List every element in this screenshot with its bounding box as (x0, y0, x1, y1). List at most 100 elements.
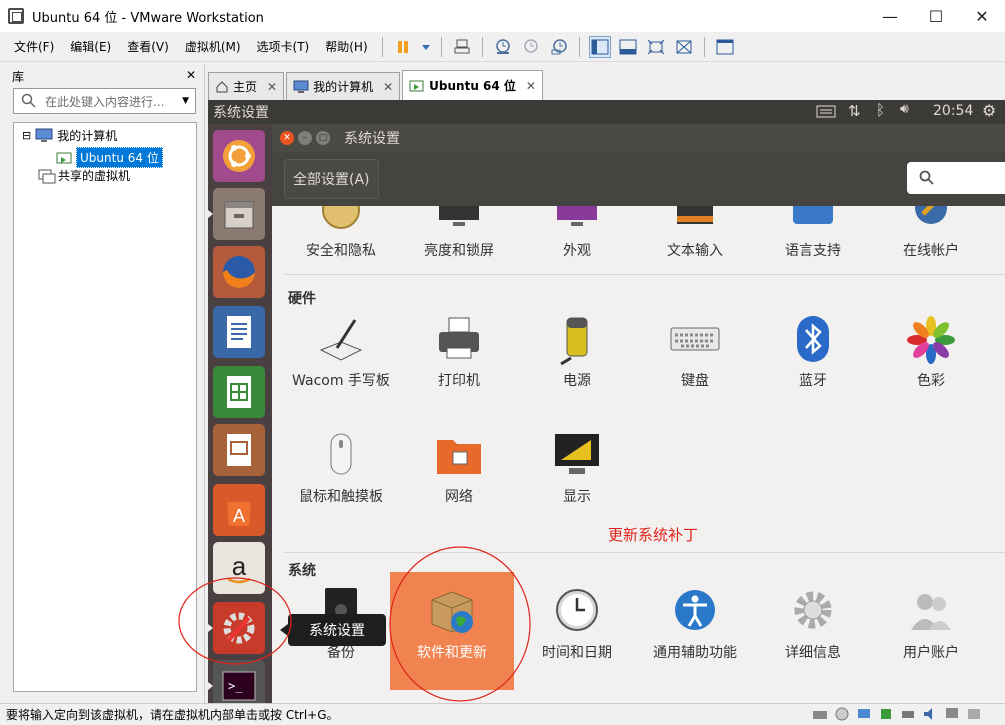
gear-icon[interactable]: ⚙ (982, 101, 996, 120)
vm-icon (409, 80, 424, 91)
launcher-files-icon[interactable] (208, 188, 265, 240)
library-title: 库 (12, 70, 25, 84)
menu-vm[interactable]: 虚拟机(M) (177, 38, 249, 55)
printer-icon[interactable] (900, 706, 916, 722)
brightness-icon (433, 206, 485, 236)
toolbar-separator (578, 36, 580, 57)
all-settings-button[interactable]: 全部设置(A) (284, 159, 379, 199)
settings-item-accessibility[interactable]: 通用辅助功能 (636, 586, 754, 664)
hard-disk-icon[interactable] (812, 706, 828, 722)
settings-item-printer[interactable]: 打印机 (400, 314, 518, 392)
vm-display[interactable]: 系统设置 ⇅ ᛒ 🔊︎ 20:54 ⚙ A a >_ ✕ – □ 系统设置 全部… (208, 100, 1005, 703)
launcher-terminal-icon[interactable]: >_ (208, 660, 265, 703)
cd-icon[interactable] (834, 706, 850, 722)
settings-item-wacom[interactable]: Wacom 手写板 (282, 314, 400, 392)
launcher-writer-icon[interactable] (213, 306, 265, 358)
keyboard-icon[interactable] (816, 103, 836, 123)
svg-text:>_: >_ (228, 679, 243, 693)
security-icon (315, 206, 367, 236)
tab-home[interactable]: 主页 ✕ (208, 72, 285, 100)
window-title: Ubuntu 64 位 - VMware Workstation (32, 10, 264, 26)
usb-icon[interactable] (878, 706, 894, 722)
svg-text:A: A (233, 506, 245, 526)
tooltip-pointer (280, 624, 288, 636)
volume-icon[interactable]: 🔊︎ (900, 101, 909, 117)
maximize-button[interactable]: ☐ (913, 0, 959, 32)
settings-item-user-accounts[interactable]: 用户账户 (872, 586, 990, 664)
settings-item-details[interactable]: 详细信息 (754, 586, 872, 664)
thumbnail-bar-icon[interactable] (617, 36, 639, 58)
settings-item-software-updates[interactable]: 软件和更新 (393, 586, 511, 664)
close-icon[interactable]: ✕ (280, 131, 294, 145)
settings-item-network[interactable]: 网络 (400, 430, 518, 508)
toolbar-separator (440, 36, 442, 57)
settings-item-text-entry[interactable]: 文本输入 (636, 206, 754, 262)
settings-item-display[interactable]: 显示 (518, 430, 636, 508)
minimize-icon[interactable]: – (298, 131, 312, 145)
tree-item-shared-vms[interactable]: 共享的虚拟机 (38, 167, 130, 184)
sound-icon[interactable] (922, 706, 938, 722)
menu-file[interactable]: 文件(F) (6, 38, 62, 55)
accessibility-icon (669, 586, 721, 638)
tree-item-my-computer[interactable]: ⊟ 我的计算机 (22, 127, 117, 144)
power-dropdown-icon[interactable] (420, 36, 432, 58)
library-search-input[interactable]: 在此处键入内容进行... ▼ (13, 88, 196, 114)
tab-close-icon[interactable]: ✕ (526, 79, 536, 93)
settings-item-language-support[interactable]: 语言支持 (754, 206, 872, 262)
network-icon[interactable]: ⇅ (848, 102, 861, 120)
tab-close-icon[interactable]: ✕ (267, 80, 277, 94)
settings-item-appearance[interactable]: 外观 (518, 206, 636, 262)
tree-item-ubuntu-vm[interactable]: Ubuntu 64 位 (56, 147, 163, 168)
display-icon[interactable] (944, 706, 960, 722)
settings-item-online-accounts[interactable]: 在线帐户 (872, 206, 990, 262)
launcher-firefox-icon[interactable] (213, 246, 265, 298)
tree-collapse-icon[interactable]: ⊟ (22, 129, 31, 142)
console-view-icon[interactable] (714, 36, 736, 58)
library-close-icon[interactable]: ✕ (186, 68, 196, 82)
snapshot-icon[interactable] (492, 36, 514, 58)
launcher-impress-icon[interactable] (213, 424, 265, 476)
menu-edit[interactable]: 编辑(E) (62, 38, 119, 55)
menu-view[interactable]: 查看(V) (119, 38, 177, 55)
close-button[interactable]: ✕ (959, 0, 1005, 32)
tab-close-icon[interactable]: ✕ (383, 80, 393, 94)
settings-window-titlebar: ✕ – □ 系统设置 (272, 124, 1005, 152)
maximize-icon[interactable]: □ (316, 131, 330, 145)
minimize-button[interactable]: — (867, 0, 913, 32)
settings-item-color[interactable]: 色彩 (872, 314, 990, 392)
chevron-down-icon[interactable]: ▼ (182, 96, 189, 106)
clock[interactable]: 20:54 (933, 103, 973, 119)
menu-tabs[interactable]: 选项卡(T) (249, 38, 318, 55)
display-icon (551, 430, 603, 482)
revert-snapshot-icon[interactable] (520, 36, 542, 58)
settings-item-power[interactable]: 电源 (518, 314, 636, 392)
settings-item-mouse-touchpad[interactable]: 鼠标和触摸板 (282, 430, 400, 508)
settings-item-keyboard[interactable]: 键盘 (636, 314, 754, 392)
toolbar-separator (703, 36, 705, 57)
settings-item-brightness-lock[interactable]: 亮度和锁屏 (400, 206, 518, 262)
launcher-calc-icon[interactable] (213, 366, 265, 418)
bluetooth-icon[interactable]: ᛒ (876, 101, 885, 119)
launcher-software-center-icon[interactable]: A (213, 484, 265, 536)
show-library-icon[interactable] (588, 35, 611, 58)
tab-my-computer[interactable]: 我的计算机 ✕ (286, 72, 401, 100)
tab-bar: 主页 ✕ 我的计算机 ✕ Ubuntu 64 位 ✕ (208, 70, 1005, 100)
message-icon[interactable] (966, 706, 982, 722)
library-tree: ⊟ 我的计算机 Ubuntu 64 位 共享的虚拟机 (13, 122, 197, 692)
unity-mode-icon[interactable] (673, 36, 695, 58)
launcher-amazon-icon[interactable]: a (213, 542, 265, 594)
fullscreen-icon[interactable] (645, 36, 667, 58)
menu-help[interactable]: 帮助(H) (317, 38, 375, 55)
pause-icon[interactable] (392, 36, 414, 58)
launcher-dash-icon[interactable] (213, 130, 265, 182)
settings-item-bluetooth[interactable]: 蓝牙 (754, 314, 872, 392)
settings-item-security-privacy[interactable]: 安全和隐私 (282, 206, 400, 262)
settings-search-input[interactable] (907, 162, 1005, 194)
settings-item-time-date[interactable]: 时间和日期 (518, 586, 636, 664)
home-icon (216, 80, 228, 92)
snapshot-manager-icon[interactable] (548, 36, 570, 58)
send-ctrl-alt-del-icon[interactable] (451, 36, 473, 58)
tab-ubuntu[interactable]: Ubuntu 64 位 ✕ (402, 70, 543, 100)
launcher-system-settings-icon[interactable] (208, 602, 265, 654)
network-adapter-icon[interactable] (856, 706, 872, 722)
